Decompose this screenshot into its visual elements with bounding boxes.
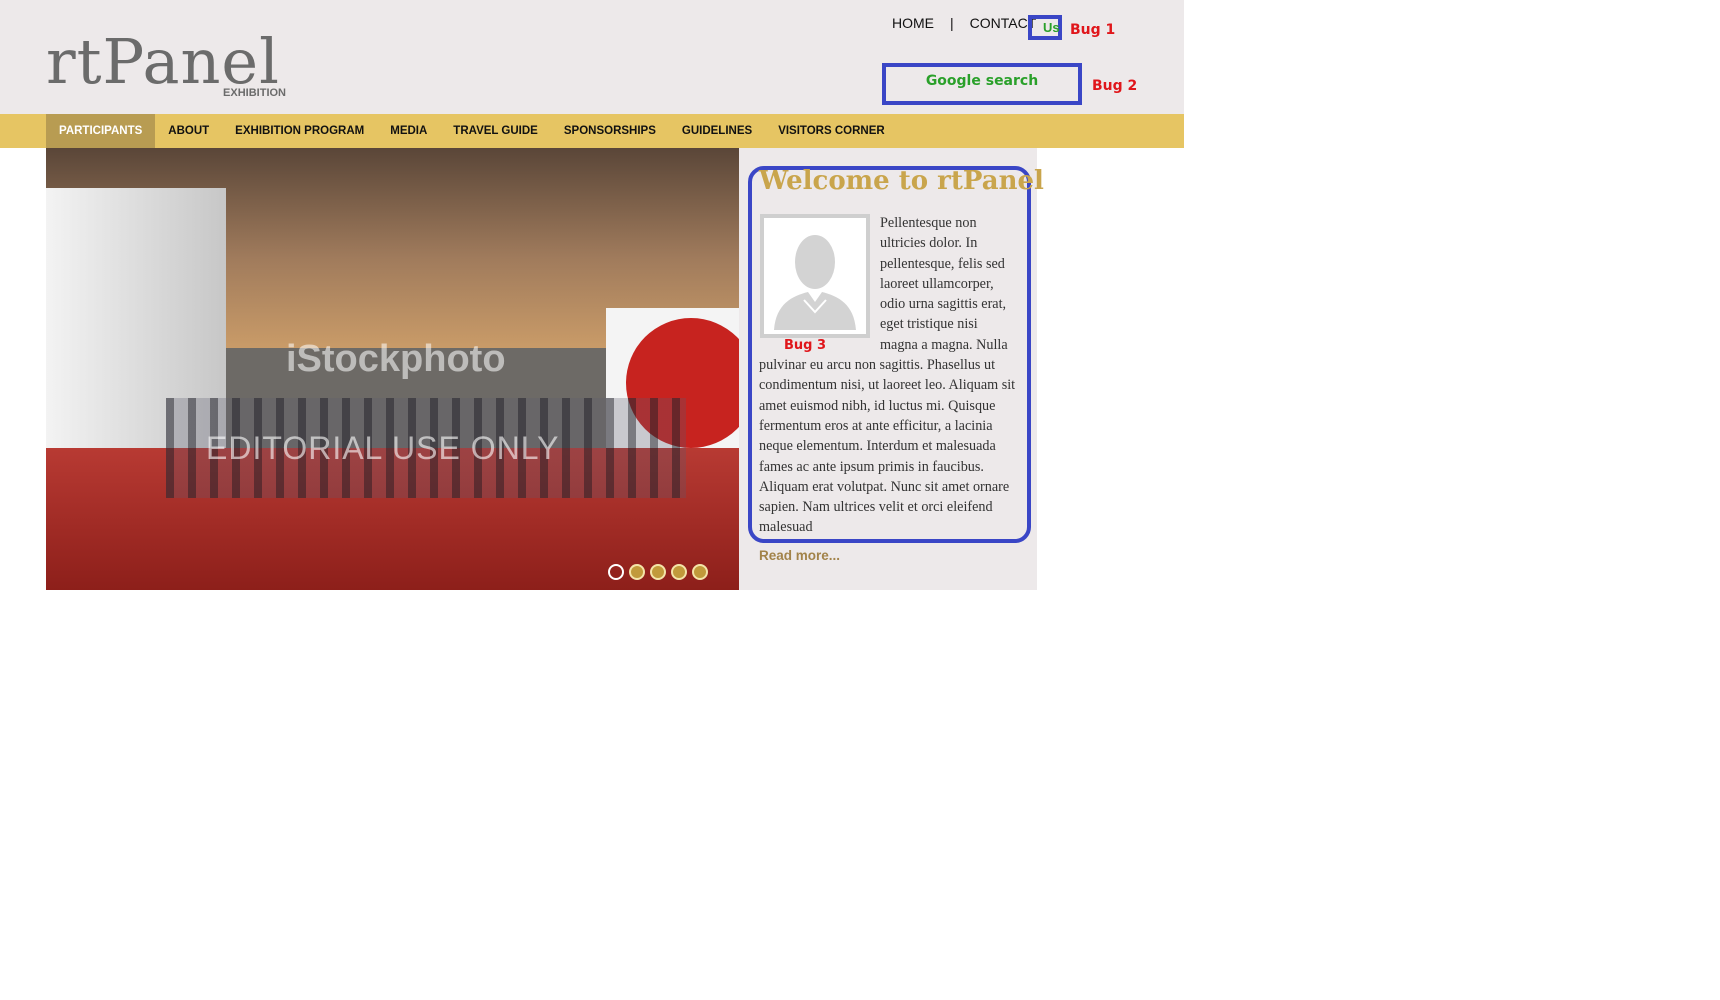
welcome-title: Welcome to rtPanel	[759, 166, 1044, 196]
contact-us-overflow-text[interactable]: Us	[1043, 20, 1060, 35]
nav-item-media[interactable]: MEDIA	[377, 114, 440, 148]
main-nav: PARTICIPANTS ABOUT EXHIBITION PROGRAM ME…	[0, 114, 1184, 148]
slider-dot-2[interactable]	[629, 564, 645, 580]
top-nav: HOME | CONTACT	[892, 13, 1036, 33]
nav-item-visitors-corner[interactable]: VISITORS CORNER	[765, 114, 898, 148]
nav-item-guidelines[interactable]: GUIDELINES	[669, 114, 765, 148]
logo-subtitle: EXHIBITION	[223, 87, 286, 99]
image-slider[interactable]: iStockphoto EDITORIAL USE ONLY	[46, 148, 739, 590]
top-nav-separator: |	[950, 15, 954, 31]
slider-dot-3[interactable]	[650, 564, 666, 580]
nav-item-exhibition-program[interactable]: EXHIBITION PROGRAM	[222, 114, 377, 148]
welcome-sidebar: Welcome to rtPanel Pellentesque non ultr…	[739, 148, 1044, 590]
bug3-label: Bug 3	[784, 338, 827, 353]
site-header: rtPanel EXHIBITION HOME | CONTACT Us Bug…	[0, 0, 1184, 115]
read-more-link[interactable]: Read more...	[759, 548, 840, 563]
slider-dot-4[interactable]	[671, 564, 687, 580]
google-search-label: Google search	[925, 73, 1039, 89]
nav-item-travel-guide[interactable]: TRAVEL GUIDE	[440, 114, 551, 148]
nav-item-about[interactable]: ABOUT	[155, 114, 222, 148]
site-logo[interactable]: rtPanel EXHIBITION	[46, 26, 296, 106]
nav-item-sponsorships[interactable]: SPONSORSHIPS	[551, 114, 669, 148]
top-nav-contact-link[interactable]: CONTACT	[970, 15, 1037, 31]
top-nav-home-link[interactable]: HOME	[892, 15, 934, 31]
slide-watermark-editorial: EDITORIAL USE ONLY	[206, 430, 560, 466]
slider-dot-1[interactable]	[608, 564, 624, 580]
slider-dot-5[interactable]	[692, 564, 708, 580]
nav-item-participants[interactable]: PARTICIPANTS	[46, 114, 156, 148]
avatar-placeholder	[760, 214, 870, 338]
bug2-label: Bug 2	[1092, 78, 1138, 94]
bug1-label: Bug 1	[1070, 22, 1116, 38]
user-silhouette-icon	[768, 222, 862, 330]
google-search-box[interactable]: Google search	[882, 63, 1082, 105]
slide-watermark-brand: iStockphoto	[286, 338, 506, 380]
slider-pagination	[608, 564, 713, 580]
